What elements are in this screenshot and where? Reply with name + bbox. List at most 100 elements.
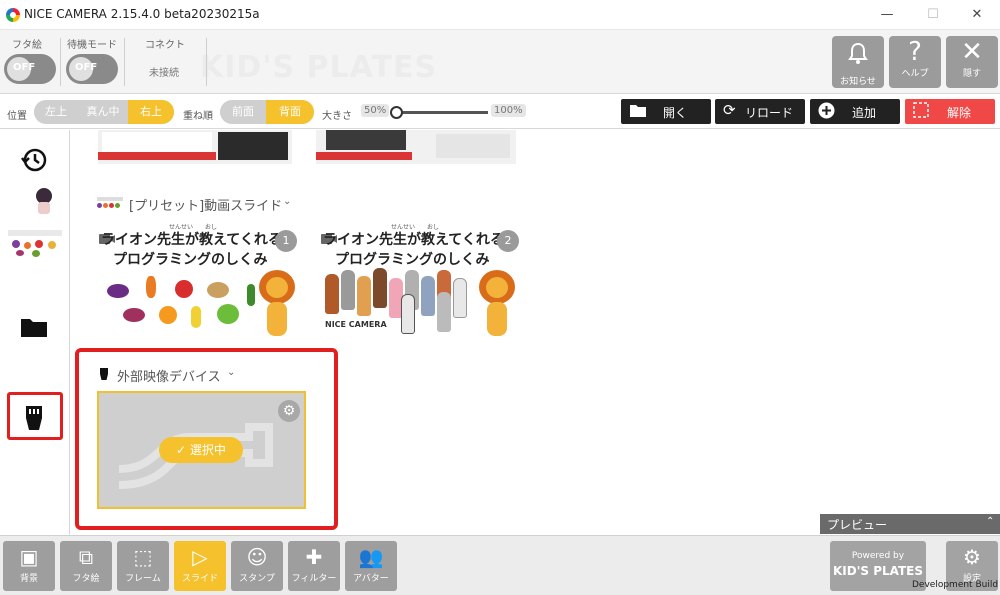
- image-icon: ▣: [19, 545, 39, 569]
- sweet-potato-illustration: [123, 308, 145, 322]
- animal-illustration: [421, 276, 435, 316]
- lion-teacher-illustration: [479, 270, 515, 336]
- remove-button[interactable]: 解除: [905, 99, 995, 124]
- close-icon: ✕: [961, 37, 983, 67]
- position-label: 位置: [7, 111, 27, 122]
- media-thumbnail[interactable]: [98, 130, 292, 164]
- lid-label: フタ絵: [12, 40, 42, 51]
- size-slider-thumb[interactable]: [390, 106, 403, 119]
- tab-stamp[interactable]: ☺ スタンプ: [231, 541, 283, 591]
- position-selector: 左上 真ん中 右上: [34, 100, 174, 124]
- animal-illustration: [437, 292, 451, 332]
- overlay-settings-row: 位置 左上 真ん中 右上 重ね順 前面 背面 大きさ 50% 100% 開く ⟳…: [0, 95, 1000, 129]
- preset-group-icon: [97, 195, 127, 211]
- gear-icon: ⚙: [963, 545, 981, 569]
- lion-teacher-illustration: [259, 270, 295, 336]
- animal-illustration: [325, 274, 339, 314]
- preset-thumbnail-1[interactable]: [10, 186, 60, 216]
- divider: [124, 38, 125, 86]
- add-button[interactable]: 追加: [810, 99, 900, 124]
- cucumber-illustration: [247, 284, 255, 306]
- size-slider[interactable]: [390, 106, 488, 119]
- stamp-icon: ☺: [246, 545, 268, 569]
- help-button[interactable]: ? ヘルプ: [889, 36, 941, 88]
- animal-illustration: [373, 268, 387, 308]
- slide-title-line2: プログラミングのしくみ: [335, 252, 490, 268]
- brand-watermark: KID'S PLATES: [200, 50, 438, 85]
- order-front[interactable]: 前面: [220, 100, 266, 124]
- help-icon: ?: [908, 37, 922, 67]
- plus-icon: [818, 102, 835, 123]
- app-logo-icon: [6, 8, 20, 22]
- preset-thumbnail-2[interactable]: [8, 228, 62, 258]
- carrot-illustration: [146, 276, 156, 298]
- order-selector: 前面 背面: [220, 100, 314, 124]
- lid-art-icon: ⧉: [78, 545, 94, 569]
- folder-icon: [629, 102, 647, 122]
- order-back[interactable]: 背面: [266, 100, 314, 124]
- corn-illustration: [191, 306, 201, 328]
- gear-icon[interactable]: ⚙: [278, 400, 300, 422]
- position-center[interactable]: 真ん中: [78, 100, 128, 124]
- title-bar: NICE CAMERA 2.15.4.0 beta20230215a — ☐ ✕: [0, 0, 1000, 30]
- chevron-up-icon[interactable]: ⌃: [986, 516, 994, 527]
- checkmark-icon: ✓: [176, 443, 190, 457]
- close-window-button[interactable]: ✕: [954, 0, 1000, 30]
- hide-button[interactable]: ✕ 隠す: [946, 36, 998, 88]
- preview-panel-header[interactable]: プレビュー ⌃: [820, 514, 1000, 534]
- maximize-button[interactable]: ☐: [910, 0, 956, 30]
- folder-icon[interactable]: [20, 316, 48, 342]
- webcam-icon: [24, 404, 44, 436]
- tab-slide[interactable]: ▷ スライド: [174, 541, 226, 591]
- cabbage-illustration: [217, 304, 239, 324]
- notifications-button[interactable]: お知らせ: [832, 36, 884, 88]
- slide-icon: ▷: [192, 545, 208, 569]
- tab-filter[interactable]: ✚ フィルター: [288, 541, 340, 591]
- nice-camera-logo: NICE CAMERA: [325, 320, 387, 329]
- filter-icon: ✚: [305, 545, 323, 569]
- build-label: Development Build: [912, 580, 999, 590]
- bottom-toolbar: ▣ 背景 ⧉ フタ絵 ⬚ フレーム ▷ スライド ☺ スタンプ ✚ フィルター 👥 アバター …: [0, 535, 1000, 595]
- reload-icon: ⟳: [723, 101, 736, 119]
- slide-title-line1: ライオン先生が教えてくれる: [323, 232, 504, 248]
- bell-icon: [832, 36, 884, 76]
- standby-toggle[interactable]: OFF: [66, 54, 118, 84]
- tab-frame[interactable]: ⬚ フレーム: [117, 541, 169, 591]
- divider: [60, 38, 61, 86]
- size-min-label: 50%: [361, 104, 390, 117]
- slide-number-badge: 2: [497, 230, 519, 252]
- animal-illustration: [357, 276, 371, 316]
- chevron-down-icon[interactable]: ⌄: [283, 196, 291, 207]
- standby-label: 待機モード: [67, 40, 117, 51]
- media-thumbnail[interactable]: [316, 130, 516, 164]
- connect-label: コネクト: [145, 40, 185, 51]
- reload-button[interactable]: ⟳ リロード: [715, 99, 805, 124]
- minimize-button[interactable]: —: [864, 0, 910, 30]
- tomato-illustration: [175, 280, 193, 298]
- window-title: NICE CAMERA 2.15.4.0 beta20230215a: [24, 7, 260, 21]
- connect-status: 未接続: [149, 68, 179, 79]
- potato-illustration: [207, 282, 229, 298]
- divider: [206, 38, 207, 86]
- animal-illustration: [453, 278, 467, 318]
- history-icon[interactable]: [20, 146, 48, 178]
- pumpkin-illustration: [159, 306, 177, 324]
- avatar-icon: 👥: [358, 545, 384, 569]
- lid-toggle[interactable]: OFF: [4, 54, 56, 84]
- tab-lid-art[interactable]: ⧉ フタ絵: [60, 541, 112, 591]
- position-top-left[interactable]: 左上: [34, 100, 78, 124]
- position-top-right[interactable]: 右上: [128, 100, 174, 124]
- animal-illustration: [341, 270, 355, 310]
- unselect-icon: [913, 102, 929, 122]
- size-label: 大きさ: [322, 111, 352, 122]
- selected-badge: ✓ 選択中: [159, 437, 243, 463]
- preset-group-title[interactable]: [プリセット]動画スライド: [129, 195, 282, 214]
- slide-card-1[interactable]: せんせい おし ライオン先生が教えてくれる プログラミングのしくみ 1: [99, 222, 299, 337]
- slide-card-2[interactable]: せんせい おし ライオン先生が教えてくれる プログラミングのしくみ 2 NICE…: [321, 222, 521, 337]
- tab-background[interactable]: ▣ 背景: [3, 541, 55, 591]
- source-sidebar: [0, 130, 70, 535]
- open-button[interactable]: 開く: [621, 99, 711, 124]
- tab-avatar[interactable]: 👥 アバター: [345, 541, 397, 591]
- slide-number-badge: 1: [275, 230, 297, 252]
- slide-title-line2: プログラミングのしくみ: [113, 252, 268, 268]
